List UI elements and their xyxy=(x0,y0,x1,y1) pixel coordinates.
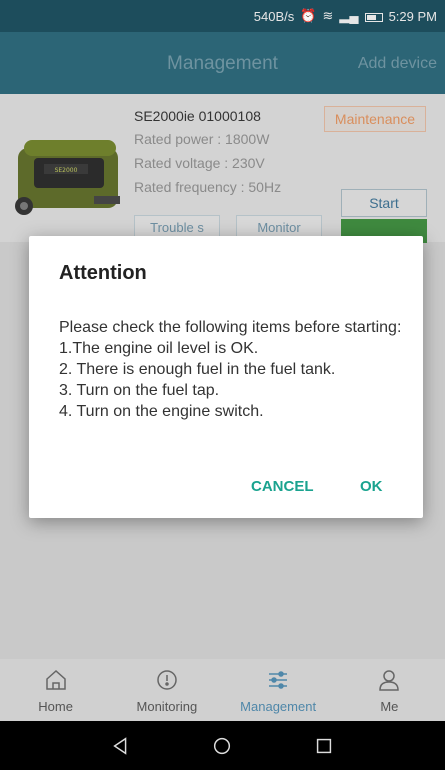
dialog-item: 4. Turn on the engine switch. xyxy=(59,403,264,420)
dialog-intro: Please check the following items before … xyxy=(59,319,402,336)
home-icon xyxy=(45,669,66,690)
dialog-title: Attention xyxy=(59,262,147,284)
wifi-icon: ≋ xyxy=(322,8,334,23)
rated-frequency: Rated frequency : 50Hz xyxy=(134,179,282,195)
sliders-icon xyxy=(269,671,288,689)
monitoring-icon xyxy=(157,670,177,690)
generator-badge: SE2000 xyxy=(55,167,78,174)
nav-me[interactable]: Me xyxy=(334,659,445,721)
dialog-item: 1.The engine oil level is OK. xyxy=(59,340,259,357)
nav-management[interactable]: Management xyxy=(223,659,334,721)
nav-label: Management xyxy=(240,699,317,714)
device-card[interactable]: SE2000 SE2000ie 01000108 Rated power : 1… xyxy=(0,94,445,243)
back-icon[interactable] xyxy=(110,735,132,757)
rated-voltage: Rated voltage : 230V xyxy=(134,155,265,171)
system-navigation-bar xyxy=(0,721,445,770)
attention-dialog: Attention Please check the following ite… xyxy=(29,236,423,518)
generator-image: SE2000 xyxy=(15,140,120,215)
battery-icon xyxy=(364,9,383,24)
nav-label: Me xyxy=(380,699,399,714)
signal-icon: ▂▄ xyxy=(339,8,359,23)
recents-icon[interactable] xyxy=(313,735,335,757)
dialog-message: Please check the following items before … xyxy=(59,317,411,422)
nav-label: Monitoring xyxy=(136,699,198,714)
status-bar: 540B/s ⏰ ≋ ▂▄ 5:29 PM xyxy=(0,0,445,32)
nav-monitoring[interactable]: Monitoring xyxy=(111,659,222,721)
rated-power: Rated power : 1800W xyxy=(134,131,270,147)
alarm-icon: ⏰ xyxy=(300,8,317,23)
dialog-item: 2. There is enough fuel in the fuel tank… xyxy=(59,361,336,378)
start-button[interactable]: Start xyxy=(341,189,427,217)
dialog-item: 3. Turn on the fuel tap. xyxy=(59,382,220,399)
person-icon xyxy=(379,670,400,691)
add-device-button[interactable]: Add device xyxy=(358,55,437,73)
maintenance-button[interactable]: Maintenance xyxy=(324,106,426,132)
nav-label: Home xyxy=(38,699,73,714)
bottom-nav: Home Monitoring Management Me xyxy=(0,659,445,721)
device-name: SE2000ie 01000108 xyxy=(134,108,261,124)
cancel-button[interactable]: CANCEL xyxy=(251,478,314,495)
app-header: Management Add device xyxy=(0,32,445,94)
clock: 5:29 PM xyxy=(388,8,437,24)
ok-button[interactable]: OK xyxy=(360,478,383,495)
nav-home[interactable]: Home xyxy=(0,659,111,721)
network-speed: 540B/s xyxy=(253,8,295,24)
home-circle-icon[interactable] xyxy=(211,735,233,757)
